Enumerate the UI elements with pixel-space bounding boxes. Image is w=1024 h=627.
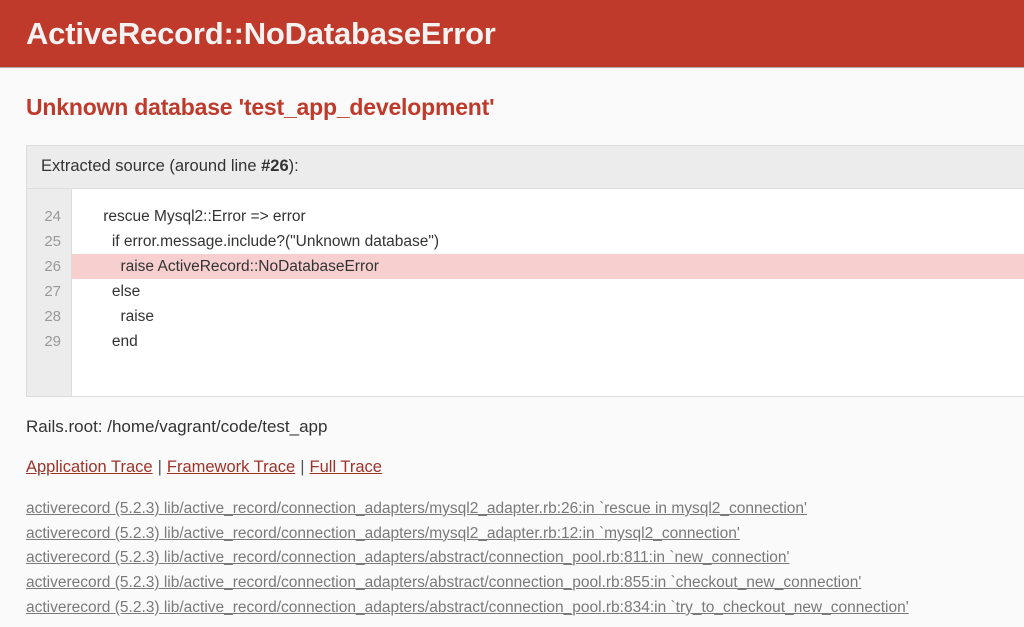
code-line: rescue Mysql2::Error => error [86, 208, 306, 225]
extracted-source-line-number: #26 [261, 157, 289, 175]
code-line-highlighted: raise ActiveRecord::NoDatabaseError [72, 254, 1024, 279]
line-number: 26 [44, 258, 61, 275]
rails-root-path: Rails.root: /home/vagrant/code/test_app [26, 417, 328, 436]
line-number: 28 [44, 308, 61, 325]
backtrace-line[interactable]: activerecord (5.2.3) lib/active_record/c… [26, 571, 1024, 596]
code-line: end [86, 333, 138, 350]
backtrace-line[interactable]: activerecord (5.2.3) lib/active_record/c… [26, 596, 1024, 621]
full-trace-link[interactable]: Full Trace [310, 458, 382, 476]
code-line: raise [86, 308, 155, 325]
code-lines: rescue Mysql2::Error => error if error.m… [72, 189, 1024, 396]
extracted-source-header-suffix: ): [288, 157, 299, 175]
line-number: 24 [44, 208, 61, 225]
line-number: 27 [44, 283, 61, 300]
code-line: else [86, 283, 141, 300]
backtrace-line[interactable]: activerecord (5.2.3) lib/active_record/c… [26, 497, 1024, 522]
trace-link-separator: | [300, 458, 305, 476]
application-trace-link[interactable]: Application Trace [26, 458, 153, 476]
trace-link-separator: | [157, 458, 162, 476]
error-banner: ActiveRecord::NoDatabaseError [0, 0, 1024, 68]
backtrace-line[interactable]: activerecord (5.2.3) lib/active_record/c… [26, 522, 1024, 547]
extracted-source-header: Extracted source (around line #26): [27, 146, 1024, 189]
page-content: Unknown database 'test_app_development' … [0, 94, 1024, 621]
line-number-gutter: 24 25 26 27 28 29 [27, 189, 72, 396]
code-line: if error.message.include?("Unknown datab… [86, 233, 440, 250]
line-number: 29 [44, 333, 61, 350]
line-number: 25 [44, 233, 61, 250]
framework-trace-link[interactable]: Framework Trace [167, 458, 295, 476]
code-viewer: 24 25 26 27 28 29 rescue Mysql2::Error =… [27, 189, 1024, 396]
extracted-source-block: Extracted source (around line #26): 24 2… [26, 145, 1024, 397]
error-message-heading: Unknown database 'test_app_development' [26, 94, 495, 120]
backtrace-list: activerecord (5.2.3) lib/active_record/c… [26, 497, 1024, 621]
error-class-title: ActiveRecord::NoDatabaseError [26, 16, 496, 51]
extracted-source-header-prefix: Extracted source (around line [41, 157, 262, 175]
backtrace-line[interactable]: activerecord (5.2.3) lib/active_record/c… [26, 546, 1024, 571]
trace-links: Application Trace | Framework Trace | Full T… [26, 458, 1000, 477]
